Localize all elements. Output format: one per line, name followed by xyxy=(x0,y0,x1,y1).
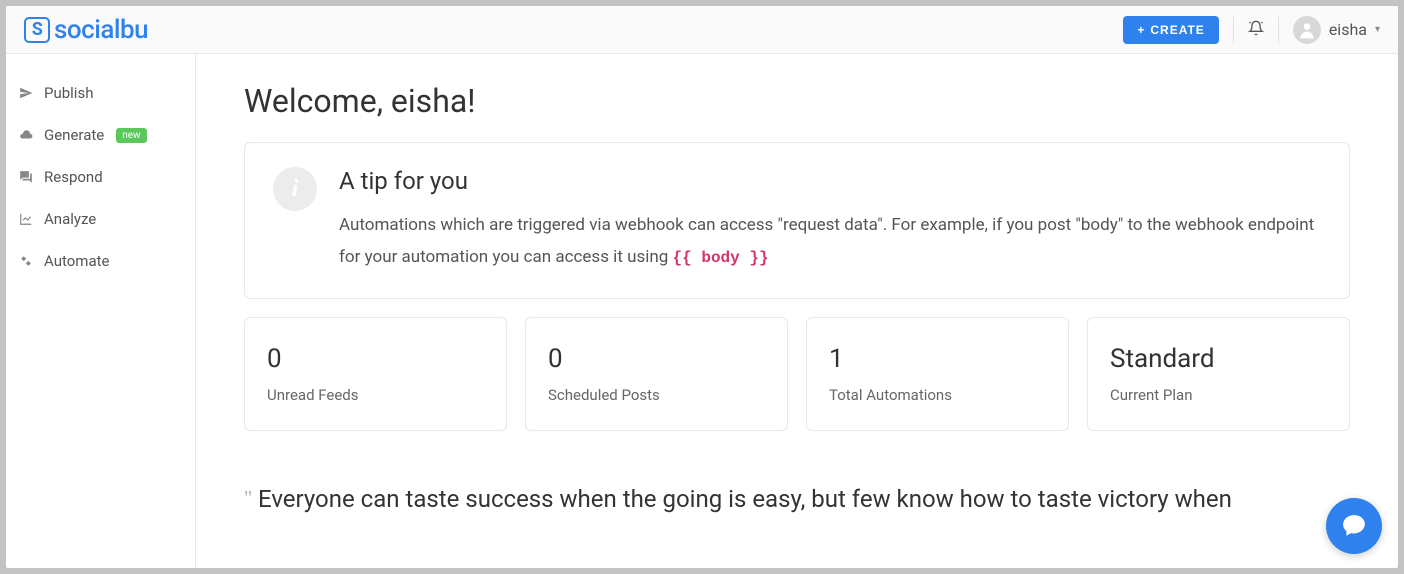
paper-plane-icon xyxy=(18,85,34,101)
quote-text: Everyone can taste success when the goin… xyxy=(258,485,1232,513)
sidebar-item-generate[interactable]: Generate new xyxy=(6,114,195,156)
sidebar-item-analyze[interactable]: Analyze xyxy=(6,198,195,240)
cloud-icon xyxy=(18,127,34,143)
sidebar: Publish Generate new Respond Analyze xyxy=(6,54,196,568)
chart-icon xyxy=(18,211,34,227)
tip-card: i A tip for you Automations which are tr… xyxy=(244,142,1350,299)
gears-icon xyxy=(18,253,34,269)
stat-label: Current Plan xyxy=(1110,386,1327,404)
chat-icon xyxy=(1341,513,1367,539)
sidebar-item-label: Publish xyxy=(44,84,93,102)
new-badge: new xyxy=(116,128,146,143)
notifications-icon[interactable] xyxy=(1248,20,1264,40)
info-icon: i xyxy=(273,167,317,211)
tip-text-body: Automations which are triggered via webh… xyxy=(339,215,1314,267)
main-content: Welcome, eisha! i A tip for you Automati… xyxy=(196,54,1398,568)
stat-label: Scheduled Posts xyxy=(548,386,765,404)
tip-title: A tip for you xyxy=(339,167,1321,195)
stat-label: Unread Feeds xyxy=(267,386,484,404)
stat-scheduled-posts[interactable]: 0 Scheduled Posts xyxy=(525,317,788,431)
divider xyxy=(1233,17,1234,43)
sidebar-item-label: Generate xyxy=(44,126,104,144)
stat-value: 0 xyxy=(267,344,484,374)
avatar xyxy=(1293,16,1321,44)
stat-label: Total Automations xyxy=(829,386,1046,404)
comments-icon xyxy=(18,169,34,185)
sidebar-item-automate[interactable]: Automate xyxy=(6,240,195,282)
chat-fab[interactable] xyxy=(1326,498,1382,554)
sidebar-item-label: Respond xyxy=(44,168,103,186)
create-button-label: CREATE xyxy=(1150,23,1204,37)
quote-mark-icon: " xyxy=(244,487,252,510)
tip-text: Automations which are triggered via webh… xyxy=(339,209,1321,274)
plus-icon: + xyxy=(1137,23,1145,37)
sidebar-item-publish[interactable]: Publish xyxy=(6,72,195,114)
username: eisha xyxy=(1329,20,1367,39)
stat-value: Standard xyxy=(1110,344,1327,374)
divider xyxy=(1278,17,1279,43)
create-button[interactable]: + CREATE xyxy=(1123,16,1218,44)
sidebar-item-label: Analyze xyxy=(44,210,96,228)
stat-total-automations[interactable]: 1 Total Automations xyxy=(806,317,1069,431)
logo-icon: S xyxy=(24,17,50,43)
sidebar-item-label: Automate xyxy=(44,252,109,270)
quote-section: " Everyone can taste success when the go… xyxy=(244,481,1350,517)
topbar: S socialbu + CREATE xyxy=(6,6,1398,54)
stat-value: 1 xyxy=(829,344,1046,374)
sidebar-item-respond[interactable]: Respond xyxy=(6,156,195,198)
stats-row: 0 Unread Feeds 0 Scheduled Posts 1 Total… xyxy=(244,317,1350,431)
stat-unread-feeds[interactable]: 0 Unread Feeds xyxy=(244,317,507,431)
page-title: Welcome, eisha! xyxy=(244,82,1350,120)
tip-code: {{ body }} xyxy=(673,249,769,267)
chevron-down-icon: ▾ xyxy=(1375,24,1380,35)
stat-value: 0 xyxy=(548,344,765,374)
stat-current-plan[interactable]: Standard Current Plan xyxy=(1087,317,1350,431)
brand-logo[interactable]: S socialbu xyxy=(24,15,148,45)
brand-name: socialbu xyxy=(54,15,148,45)
user-menu[interactable]: eisha ▾ xyxy=(1293,16,1380,44)
